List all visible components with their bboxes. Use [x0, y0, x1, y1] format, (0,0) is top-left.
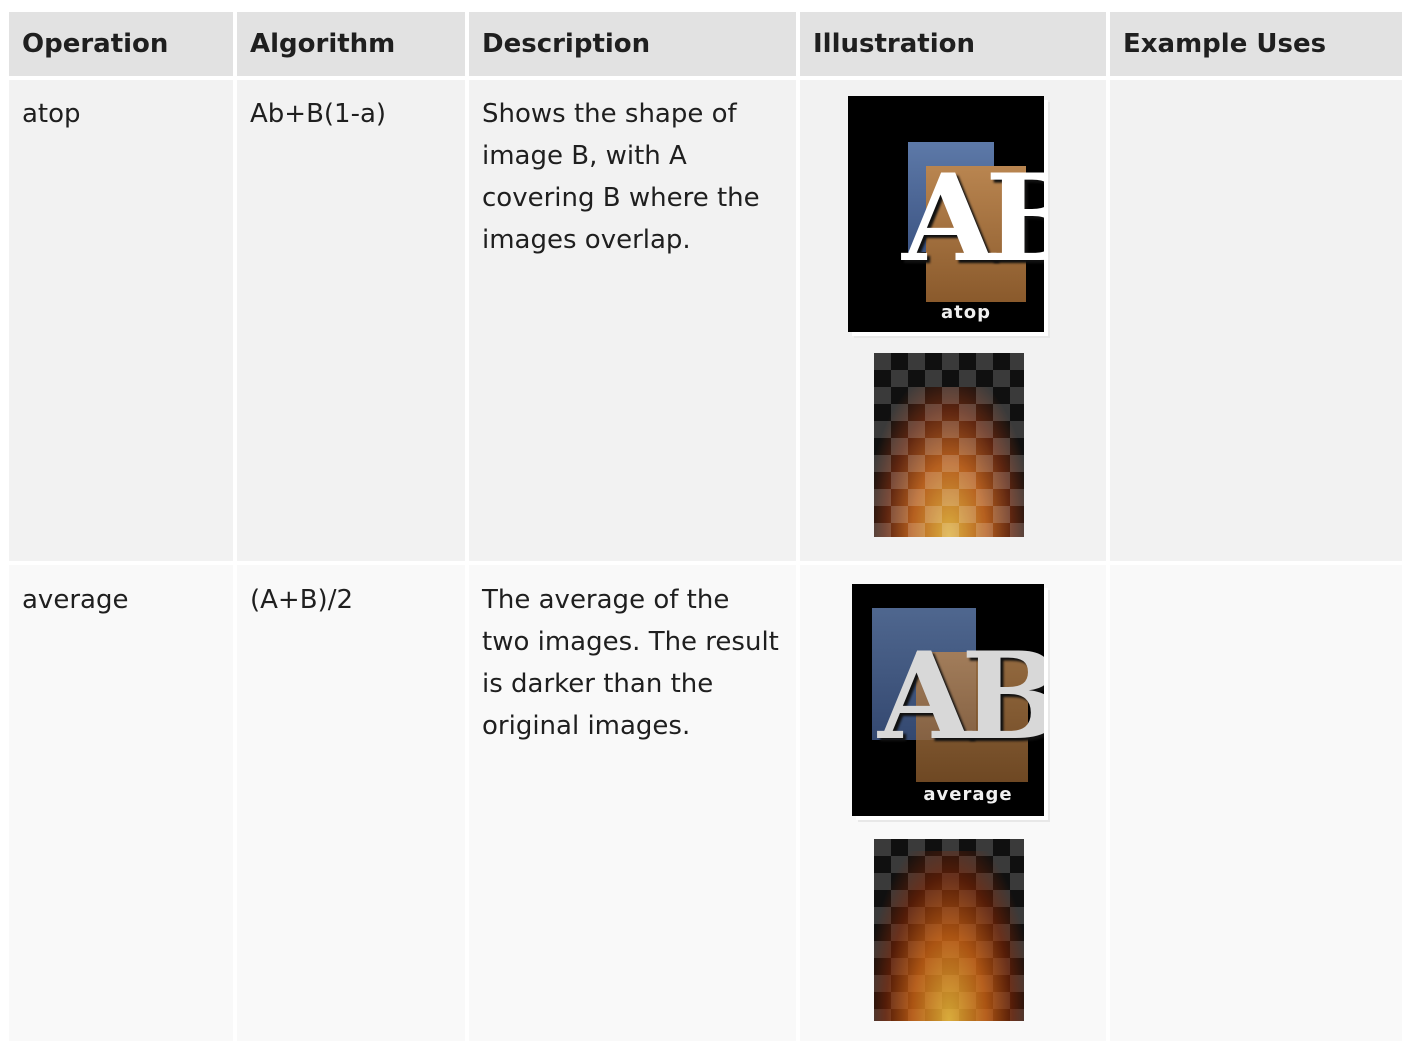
ab-letters: AB: [902, 148, 1044, 289]
cell-operation: atop: [9, 80, 233, 561]
header-description: Description: [469, 12, 796, 76]
cell-illustration: AB atop: [800, 80, 1106, 561]
header-example-uses: Example Uses: [1110, 12, 1402, 76]
header-operation: Operation: [9, 12, 233, 76]
cell-algorithm: (A+B)/2: [237, 565, 465, 1041]
header-algorithm: Algorithm: [237, 12, 465, 76]
atop-fire-image: [874, 353, 1024, 537]
cell-example-uses: [1110, 80, 1402, 561]
flame-overlay: [874, 851, 1024, 1021]
cell-description: The average of the two images. The resul…: [469, 565, 796, 1041]
operations-table: Operation Algorithm Description Illustra…: [9, 12, 1402, 1041]
ab-letters: AB: [878, 626, 1044, 767]
header-illustration: Illustration: [800, 12, 1106, 76]
flame-overlay: [874, 387, 1024, 537]
illustration-caption: atop: [940, 302, 991, 323]
average-composite-image: AB average: [852, 584, 1044, 816]
cell-example-uses: [1110, 565, 1402, 1041]
cell-description: Shows the shape of image B, with A cover…: [469, 80, 796, 561]
cell-algorithm: Ab+B(1-a): [237, 80, 465, 561]
atop-composite-image: AB atop: [848, 96, 1044, 332]
cell-operation: average: [9, 565, 233, 1041]
illustration-caption: average: [923, 784, 1013, 805]
average-fire-image: [874, 839, 1024, 1021]
cell-illustration: AB average: [800, 565, 1106, 1041]
